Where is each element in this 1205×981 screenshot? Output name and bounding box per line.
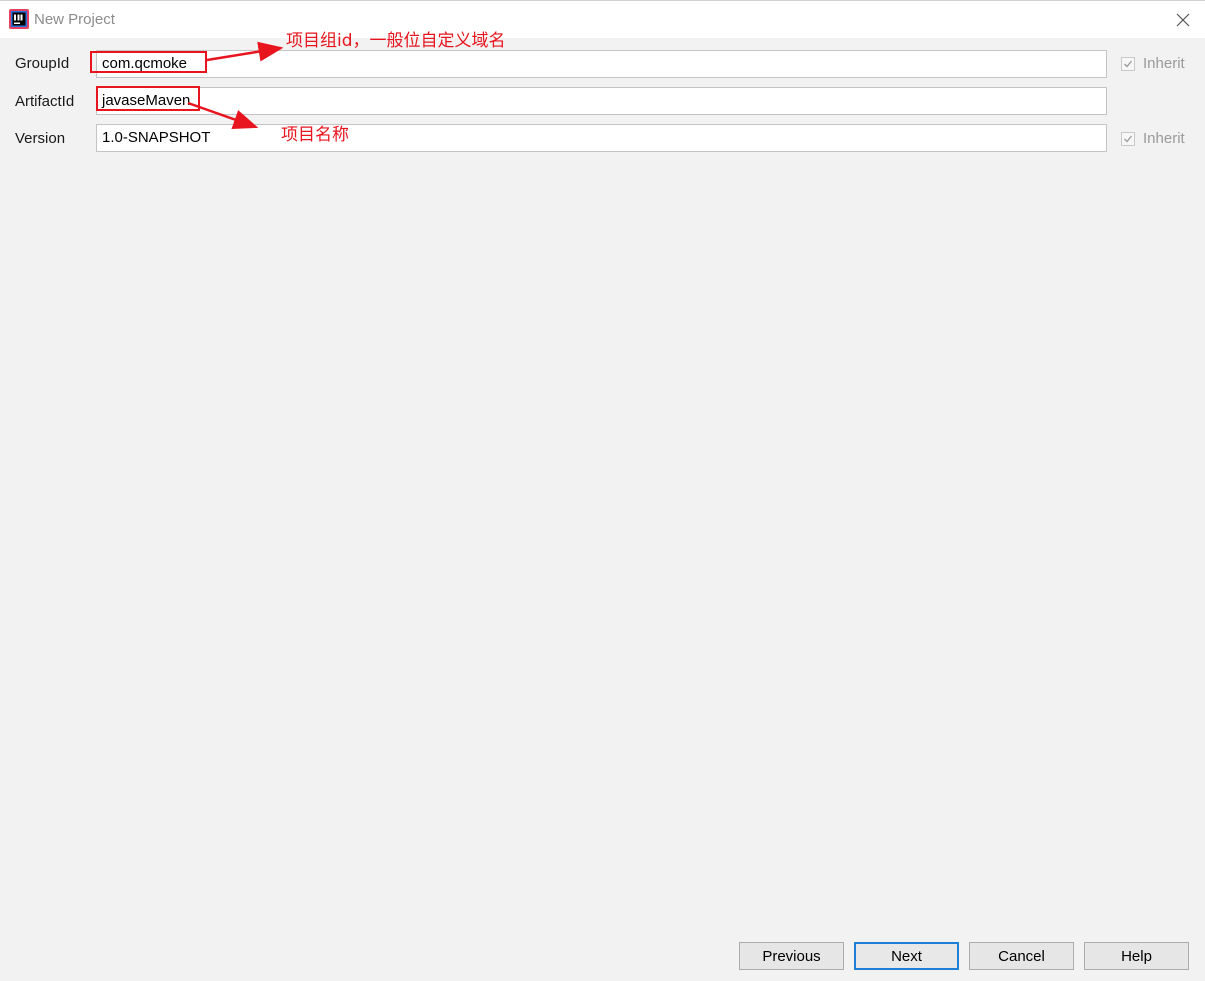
previous-button[interactable]: Previous xyxy=(739,942,844,970)
artifact-id-annotation-text: 项目名称 xyxy=(281,125,349,145)
next-button[interactable]: Next xyxy=(854,942,959,970)
group-id-arrow xyxy=(206,41,284,62)
annotation-arrows xyxy=(187,41,284,129)
help-button[interactable]: Help xyxy=(1084,942,1189,970)
artifact-id-arrow xyxy=(187,101,259,129)
group-id-annotation-text: 项目组id，一般位自定义域名 xyxy=(286,31,506,51)
cancel-button[interactable]: Cancel xyxy=(969,942,1074,970)
